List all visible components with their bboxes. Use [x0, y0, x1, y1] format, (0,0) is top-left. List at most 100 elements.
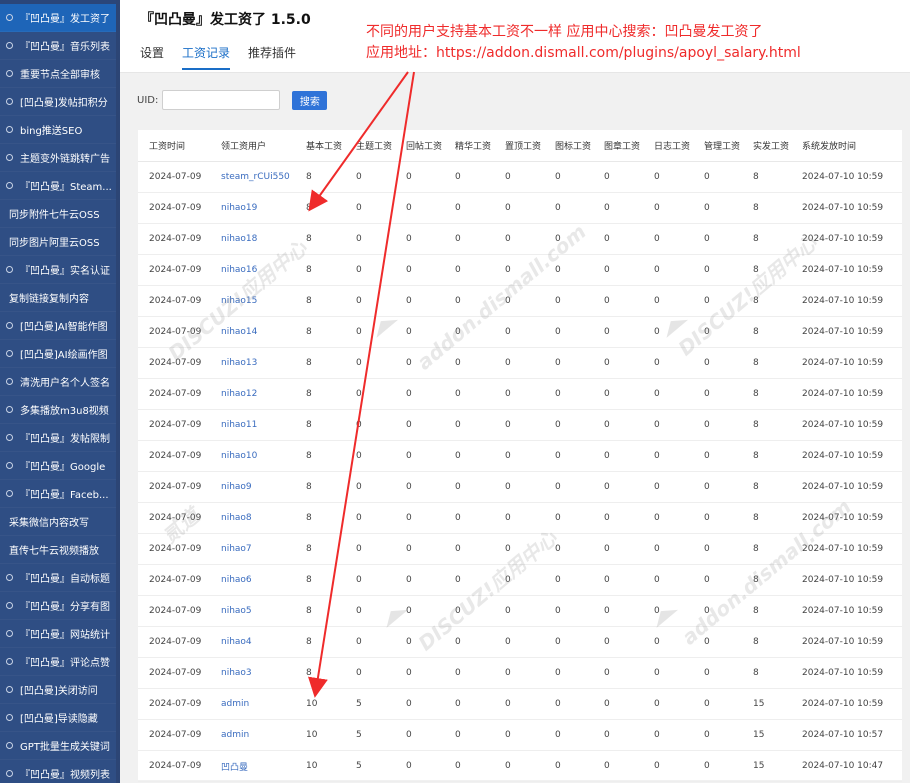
column-header: 图标工资: [544, 130, 593, 162]
tab-settings[interactable]: 设置: [140, 44, 164, 70]
user-link[interactable]: nihao4: [210, 626, 295, 658]
sidebar-item[interactable]: 同步附件七牛云OSS: [0, 200, 116, 228]
table-cell: 2024-07-10 10:57: [791, 719, 902, 751]
sidebar-item[interactable]: 直传七牛云视频播放: [0, 536, 116, 564]
table-row: 2024-07-09 nihao6 8 0 0 0 0 0 0 0 0 8 2024-07-10 10:…: [138, 564, 902, 596]
sidebar-item[interactable]: [凹凸曼]AI智能作图: [0, 312, 116, 340]
sidebar-item[interactable]: GPT批量生成关键词: [0, 732, 116, 760]
search-button[interactable]: 搜索: [292, 90, 328, 110]
table-cell: 2024-07-10 10:59: [791, 316, 902, 348]
user-link[interactable]: nihao13: [210, 347, 295, 379]
table-cell: 2024-07-09: [138, 657, 210, 689]
tab-salary-records[interactable]: 工资记录: [182, 44, 231, 70]
sidebar-item[interactable]: 同步图片阿里云OSS: [0, 228, 116, 256]
table-cell: 0: [544, 471, 593, 503]
table-cell: 0: [544, 595, 593, 627]
user-link[interactable]: nihao15: [210, 285, 295, 317]
sidebar-item-label: 清洗用户名个人签名: [20, 378, 110, 389]
table-cell: 0: [494, 254, 544, 286]
user-link[interactable]: nihao12: [210, 378, 295, 410]
user-link[interactable]: nihao19: [210, 192, 295, 224]
table-cell: 8: [742, 161, 791, 193]
sidebar-item-label: 主题变外链跳转广告: [20, 154, 110, 165]
table-cell: 2024-07-09: [138, 254, 210, 286]
uid-input[interactable]: [162, 90, 281, 110]
sidebar-item-label: 『凹凸曼』音乐列表: [20, 42, 110, 53]
table-cell: 0: [494, 440, 544, 472]
sidebar-item[interactable]: 『凹凸曼』Google: [0, 452, 116, 480]
sidebar-item[interactable]: [凹凸曼]关闭访问: [0, 676, 116, 704]
user-link[interactable]: nihao10: [210, 440, 295, 472]
sidebar-item-label: 直传七牛云视频播放: [9, 546, 99, 557]
table-cell: 0: [494, 750, 544, 782]
user-link[interactable]: 凹凸曼: [210, 750, 295, 782]
user-link[interactable]: nihao7: [210, 533, 295, 565]
sidebar-item[interactable]: 『凹凸曼』视频列表: [0, 760, 116, 783]
sidebar-item[interactable]: [凹凸曼]发帖扣积分: [0, 88, 116, 116]
sidebar-item[interactable]: 『凹凸曼』发工资了: [0, 4, 116, 32]
table-cell: 2024-07-09: [138, 440, 210, 472]
table-cell: 0: [395, 409, 444, 441]
sidebar-item[interactable]: [凹凸曼]AI绘画作图: [0, 340, 116, 368]
user-link[interactable]: nihao18: [210, 223, 295, 255]
table-cell: 0: [395, 688, 444, 720]
salary-table-panel: 工资时间 领工资用户 基本工资 主题工资 回帖工资 精华工资 置顶工资 图标工资 图章工资 日志工…: [138, 130, 902, 782]
user-link[interactable]: nihao3: [210, 657, 295, 689]
table-cell: 0: [593, 750, 643, 782]
table-cell: 0: [643, 626, 693, 658]
user-link[interactable]: nihao16: [210, 254, 295, 286]
sidebar-item[interactable]: 『凹凸曼』发帖限制: [0, 424, 116, 452]
table-cell: 0: [643, 285, 693, 317]
table-cell: 0: [395, 564, 444, 596]
table-cell: 0: [693, 471, 742, 503]
table-cell: 2024-07-09: [138, 595, 210, 627]
table-cell: 8: [295, 626, 345, 658]
user-link[interactable]: admin: [210, 719, 295, 751]
table-cell: 0: [544, 378, 593, 410]
sidebar-item[interactable]: 清洗用户名个人签名: [0, 368, 116, 396]
circle-icon: [6, 742, 13, 749]
table-cell: 8: [742, 595, 791, 627]
user-link[interactable]: nihao8: [210, 502, 295, 534]
table-cell: 0: [544, 657, 593, 689]
sidebar-item[interactable]: 『凹凸曼』Steam...: [0, 172, 116, 200]
sidebar-item[interactable]: 『凹凸曼』音乐列表: [0, 32, 116, 60]
table-cell: 0: [693, 409, 742, 441]
user-link[interactable]: nihao11: [210, 409, 295, 441]
sidebar-item[interactable]: 『凹凸曼』实名认证: [0, 256, 116, 284]
user-link[interactable]: nihao9: [210, 471, 295, 503]
user-link[interactable]: nihao6: [210, 564, 295, 596]
sidebar-item-label: 『凹凸曼』Google: [20, 462, 106, 473]
table-cell: 2024-07-10 10:59: [791, 192, 902, 224]
table-cell: 8: [742, 285, 791, 317]
sidebar-item[interactable]: 重要节点全部审核: [0, 60, 116, 88]
table-cell: 0: [345, 316, 395, 348]
user-link[interactable]: admin: [210, 688, 295, 720]
table-cell: 0: [693, 657, 742, 689]
sidebar-item[interactable]: [凹凸曼]导读隐藏: [0, 704, 116, 732]
user-link[interactable]: nihao14: [210, 316, 295, 348]
circle-icon: [6, 490, 13, 497]
sidebar-item[interactable]: 复制链接复制内容: [0, 284, 116, 312]
sidebar-item-label: 『凹凸曼』评论点赞: [20, 658, 110, 669]
sidebar-item[interactable]: 采集微信内容改写: [0, 508, 116, 536]
table-cell: 0: [693, 316, 742, 348]
sidebar-item[interactable]: 『凹凸曼』分享有图: [0, 592, 116, 620]
sidebar-item[interactable]: 『凹凸曼』评论点赞: [0, 648, 116, 676]
tab-recommended-plugins[interactable]: 推荐插件: [248, 44, 296, 70]
sidebar-item[interactable]: 主题变外链跳转广告: [0, 144, 116, 172]
sidebar-item[interactable]: 『凹凸曼』自动标题: [0, 564, 116, 592]
sidebar-item[interactable]: 『凹凸曼』Faceb...: [0, 480, 116, 508]
sidebar-item[interactable]: bing推送SEO: [0, 116, 116, 144]
table-cell: 0: [444, 688, 494, 720]
table-cell: 0: [544, 316, 593, 348]
table-cell: 0: [444, 750, 494, 782]
sidebar-item[interactable]: 多集播放m3u8视频: [0, 396, 116, 424]
sidebar-item[interactable]: 『凹凸曼』网站统计: [0, 620, 116, 648]
user-link[interactable]: nihao5: [210, 595, 295, 627]
table-cell: 0: [444, 471, 494, 503]
table-cell: 2024-07-10 10:59: [791, 161, 902, 193]
circle-icon: [6, 602, 13, 609]
user-link[interactable]: steam_rCUi550: [210, 161, 295, 193]
table-cell: 0: [444, 409, 494, 441]
